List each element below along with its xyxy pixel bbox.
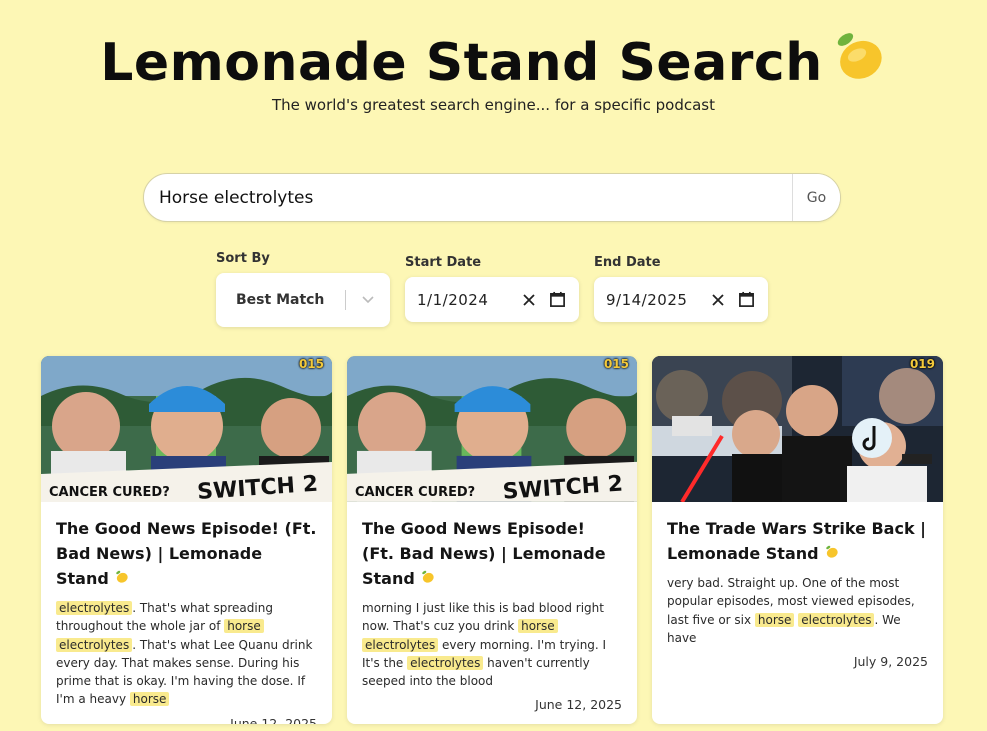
end-date-label: End Date xyxy=(594,255,661,270)
search-bar: Go xyxy=(143,173,841,222)
video-thumbnail[interactable]: CANCER CURED? SWITCH 2 015 xyxy=(41,356,332,502)
video-thumbnail[interactable]: 019 xyxy=(652,356,943,502)
highlight: horse xyxy=(754,612,795,627)
highlight: electrolytes xyxy=(56,601,133,615)
highlight: electrolytes xyxy=(798,612,875,627)
episode-number: 015 xyxy=(298,357,324,371)
episode-number: 015 xyxy=(603,357,629,371)
result-snippet: very bad. Straight up. One of the most p… xyxy=(667,576,915,645)
calendar-icon[interactable] xyxy=(732,291,760,308)
result-snippet: morning I just like this is bad blood ri… xyxy=(362,601,607,689)
end-date-value[interactable]: 9/14/2025 xyxy=(606,291,704,309)
highlight: electrolytes xyxy=(56,637,133,652)
sort-value: Best Match xyxy=(236,292,325,308)
highlight: horse xyxy=(518,619,558,634)
thumbnail-text: CANCER CURED? xyxy=(49,485,170,500)
sort-select[interactable]: Best Match xyxy=(216,273,390,327)
result-card[interactable]: CANCER CURED? SWITCH 2 015 The Good News… xyxy=(41,356,332,724)
end-date-picker[interactable]: 9/14/2025 xyxy=(594,277,768,322)
start-date-picker[interactable]: 1/1/2024 xyxy=(405,277,579,322)
result-snippet: electrolytes. That's what spreading thro… xyxy=(56,601,313,707)
sort-label: Sort By xyxy=(216,251,270,266)
page-subtitle: The world's greatest search engine... fo… xyxy=(271,96,715,114)
episode-number: 019 xyxy=(909,357,935,371)
lemon-icon xyxy=(824,544,839,563)
result-date: June 12, 2025 xyxy=(535,697,622,713)
lemon-icon xyxy=(420,569,435,588)
highlight: horse xyxy=(224,619,264,634)
result-card[interactable]: CANCER CURED? SWITCH 2 015 The Good News… xyxy=(347,356,637,724)
video-thumbnail[interactable]: CANCER CURED? SWITCH 2 015 xyxy=(347,356,637,502)
result-title[interactable]: The Good News Episode! (Ft. Bad News) | … xyxy=(362,516,622,591)
result-title[interactable]: The Good News Episode! (Ft. Bad News) | … xyxy=(56,516,317,591)
start-date-value[interactable]: 1/1/2024 xyxy=(417,291,515,309)
calendar-icon[interactable] xyxy=(543,291,571,308)
highlight: horse xyxy=(129,692,170,707)
result-card[interactable]: 019 The Trade Wars Strike Back | Lemonad… xyxy=(652,356,943,724)
start-date-label: Start Date xyxy=(405,255,482,270)
page-title: Lemonade Stand Search xyxy=(0,26,987,97)
thumbnail-text: CANCER CURED? xyxy=(355,485,475,500)
result-date: July 9, 2025 xyxy=(853,654,928,670)
lemon-icon xyxy=(829,26,887,97)
search-input[interactable] xyxy=(144,174,792,221)
highlight: electrolytes xyxy=(407,655,484,670)
result-title[interactable]: The Trade Wars Strike Back | Lemonade St… xyxy=(667,516,928,566)
sort-separator xyxy=(345,290,346,310)
clear-icon[interactable] xyxy=(704,293,732,306)
go-button[interactable]: Go xyxy=(792,174,840,221)
highlight: electrolytes xyxy=(362,637,439,652)
chevron-down-icon[interactable] xyxy=(356,296,380,304)
lemon-icon xyxy=(114,569,129,588)
result-date: June 12, 2025 xyxy=(230,715,317,724)
clear-icon[interactable] xyxy=(515,293,543,306)
